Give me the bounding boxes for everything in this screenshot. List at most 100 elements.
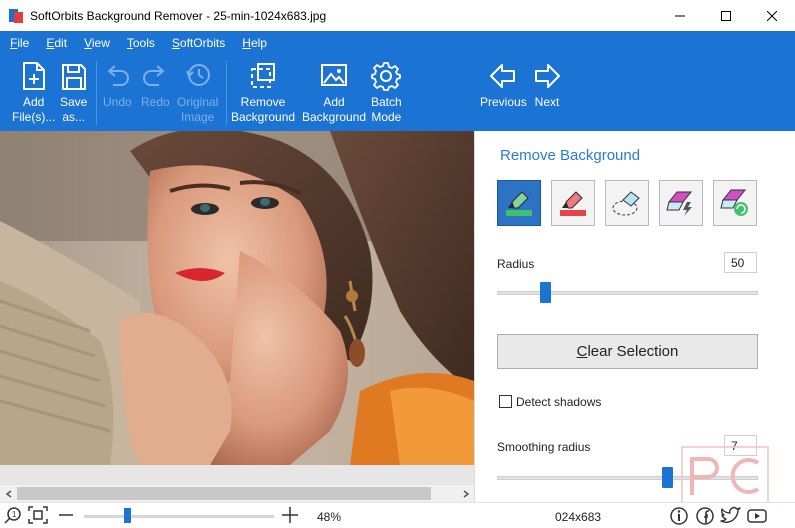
radius-label: Radius: [497, 257, 535, 271]
keep-marker-tool[interactable]: [497, 180, 541, 226]
close-button[interactable]: [749, 0, 795, 31]
history-icon: [185, 64, 210, 86]
original-image-label-2: Image: [181, 110, 215, 124]
facebook-button[interactable]: [695, 506, 715, 526]
zoom-search-icon: 1: [4, 507, 21, 524]
window-title: SoftOrbits Background Remover - 25-min-1…: [30, 8, 327, 23]
remove-marker-tool[interactable]: [551, 180, 595, 226]
menu-help[interactable]: Help: [240, 36, 269, 50]
auto-eraser-icon: [666, 191, 693, 216]
minimize-button[interactable]: [657, 0, 703, 31]
auto-eraser-tool[interactable]: [659, 180, 703, 226]
previous-label: Previous: [480, 95, 527, 109]
maximize-icon: [721, 10, 731, 21]
toolbar: Add File(s)... Save as... Undo Redo Orig…: [0, 55, 795, 131]
zoom-slider-track[interactable]: [84, 515, 274, 518]
remove-marker-icon: [560, 191, 586, 216]
menu-bar: File Edit View Tools SoftOrbits Help: [0, 31, 795, 55]
image-icon: [321, 64, 348, 86]
menu-softorbits[interactable]: SoftOrbits: [170, 36, 227, 50]
radius-slider-thumb[interactable]: [539, 282, 551, 303]
scroll-right-button[interactable]: [457, 485, 474, 502]
chevron-left-icon: [5, 489, 11, 498]
info-button[interactable]: [669, 506, 689, 526]
twitter-button[interactable]: [719, 506, 741, 526]
redo-button[interactable]: Redo: [141, 61, 170, 110]
panel-title: Remove Background: [500, 147, 641, 164]
save-as-label-2: as...: [62, 110, 86, 124]
redo-icon: [143, 65, 165, 86]
keep-marker-icon: [506, 191, 532, 216]
add-background-label-1: Add: [323, 95, 345, 109]
zoom-in-button[interactable]: [281, 506, 299, 524]
undo-button[interactable]: Undo: [103, 61, 132, 110]
add-files-button[interactable]: Add File(s)...: [12, 61, 55, 125]
batch-mode-button[interactable]: Batch Mode: [371, 61, 402, 125]
menu-file[interactable]: File: [8, 36, 31, 50]
app-logo-icon: [8, 8, 24, 24]
add-files-label-2: File(s)...: [12, 110, 56, 124]
menu-tools[interactable]: Tools: [125, 36, 157, 50]
toolbar-separator: [96, 61, 97, 125]
gear-icon: [371, 62, 402, 91]
restore-eraser-icon: [720, 189, 748, 216]
title-bar: SoftOrbits Background Remover - 25-min-1…: [0, 0, 795, 31]
image-dimensions: 024x683: [555, 510, 602, 524]
pc-watermark-logo: [681, 446, 769, 504]
zoom-out-button[interactable]: [58, 506, 74, 524]
batch-mode-label-2: Mode: [371, 110, 402, 124]
remove-background-label-1: Remove: [240, 95, 286, 109]
canvas-background: [0, 465, 474, 485]
next-label: Next: [534, 95, 560, 109]
maximize-button[interactable]: [703, 0, 749, 31]
radius-input[interactable]: 50: [724, 252, 757, 273]
radius-slider-track[interactable]: [497, 291, 758, 295]
facebook-icon: [696, 507, 714, 525]
fit-screen-icon: [28, 506, 48, 524]
portrait-photo: [0, 131, 474, 465]
smoothing-slider-thumb[interactable]: [662, 467, 673, 488]
remove-background-label-2: Background: [231, 110, 296, 124]
fit-to-window-button[interactable]: [28, 506, 48, 524]
status-bar: 1 48% 024x683: [0, 502, 795, 528]
window-controls: [657, 0, 795, 31]
add-background-label-2: Background: [302, 110, 367, 124]
zoom-slider-thumb[interactable]: [124, 508, 132, 523]
image-canvas[interactable]: [0, 131, 474, 465]
scroll-left-button[interactable]: [0, 485, 17, 502]
minus-icon: [59, 514, 73, 516]
clear-selection-button[interactable]: Clear Selection: [497, 334, 758, 369]
arrow-left-icon: [490, 64, 516, 88]
detect-shadows-checkbox[interactable]: [499, 395, 512, 408]
youtube-icon: [747, 509, 767, 523]
add-file-icon: [22, 62, 45, 90]
zoom-percent: 48%: [317, 510, 342, 524]
toolbar-separator: [226, 61, 227, 125]
detect-shadows-label: Detect shadows: [516, 395, 602, 409]
zoom-fit-button[interactable]: 1: [4, 506, 22, 524]
twitter-icon: [720, 506, 741, 523]
remove-background-icon: [251, 63, 276, 88]
smoothing-radius-label: Smoothing radius: [497, 440, 591, 454]
original-image-label-1: Original: [177, 95, 219, 109]
chevron-right-icon: [463, 489, 469, 498]
youtube-button[interactable]: [746, 506, 768, 526]
menu-view[interactable]: View: [82, 36, 112, 50]
scroll-thumb[interactable]: [17, 487, 431, 500]
add-background-button[interactable]: Add Background: [302, 61, 366, 125]
undo-label: Undo: [103, 95, 132, 109]
original-image-button[interactable]: Original Image: [177, 61, 218, 125]
arrow-right-icon: [535, 64, 560, 88]
eraser-selection-tool[interactable]: [605, 180, 649, 226]
next-button[interactable]: Next: [532, 61, 562, 110]
previous-button[interactable]: Previous: [480, 61, 527, 110]
save-as-button[interactable]: Save as...: [60, 61, 87, 125]
remove-background-button[interactable]: Remove Background: [231, 61, 295, 125]
menu-edit[interactable]: Edit: [44, 36, 69, 50]
horizontal-scrollbar[interactable]: [0, 485, 474, 502]
undo-icon: [107, 65, 130, 86]
add-files-label-1: Add: [22, 95, 45, 109]
svg-text:1: 1: [12, 510, 17, 519]
restore-eraser-tool[interactable]: [713, 180, 757, 226]
batch-mode-label-1: Batch: [371, 95, 402, 109]
